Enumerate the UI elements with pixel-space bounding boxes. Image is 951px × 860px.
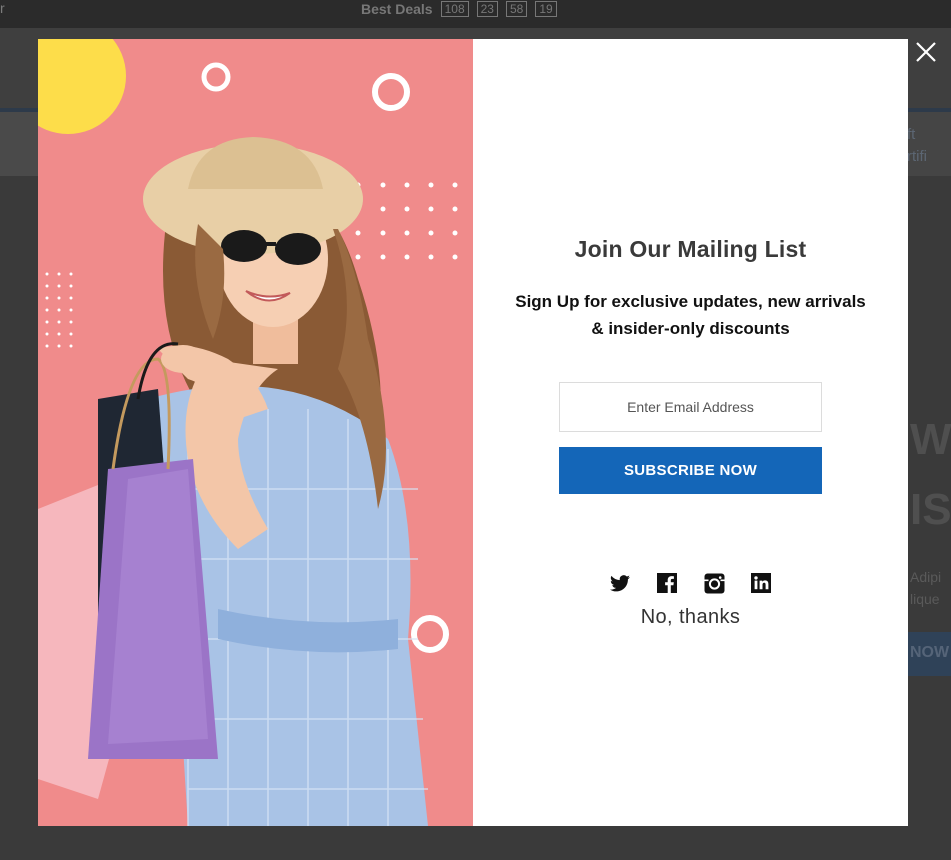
topbar-edge-text: r	[0, 0, 5, 16]
shopping-woman-illustration	[38, 39, 458, 826]
facebook-icon[interactable]	[654, 572, 681, 594]
promo-image	[38, 39, 473, 826]
hero-heading-fragment-2: IS	[910, 485, 951, 534]
instagram-icon[interactable]	[701, 572, 728, 594]
countdown-hours: 23	[476, 0, 498, 17]
countdown-days: 108	[440, 0, 469, 17]
countdown-minutes: 58	[505, 0, 528, 17]
hero-heading-fragment: W	[910, 415, 951, 464]
close-icon[interactable]	[912, 38, 940, 66]
top-promo-bar: r Best Deals 108 23 58 19	[0, 0, 951, 28]
best-deals-label: Best Deals	[361, 0, 433, 17]
modal-subtitle: Sign Up for exclusive updates, new arriv…	[515, 292, 866, 338]
hero-button-fragment: NOW	[908, 632, 951, 676]
modal-title: Join Our Mailing List	[574, 236, 807, 262]
social-links	[473, 572, 908, 594]
no-thanks-link[interactable]: No, thanks	[473, 606, 908, 629]
countdown-seconds: 19	[535, 0, 557, 17]
subscribe-button[interactable]: SUBSCRIBE NOW	[559, 447, 822, 494]
nav-menu-block	[0, 112, 38, 176]
newsletter-modal: Join Our Mailing List Sign Up for exclus…	[38, 39, 908, 826]
linkedin-icon[interactable]	[748, 572, 775, 594]
best-deals-countdown: Best Deals 108 23 58 19	[361, 0, 557, 17]
hero-text-fragment: Adipi lique	[910, 569, 942, 607]
email-input[interactable]	[559, 382, 822, 432]
twitter-icon[interactable]	[607, 572, 634, 594]
gift-certificate-link: ft rtifi	[907, 126, 927, 165]
newsletter-form-panel: Join Our Mailing List Sign Up for exclus…	[473, 39, 908, 826]
